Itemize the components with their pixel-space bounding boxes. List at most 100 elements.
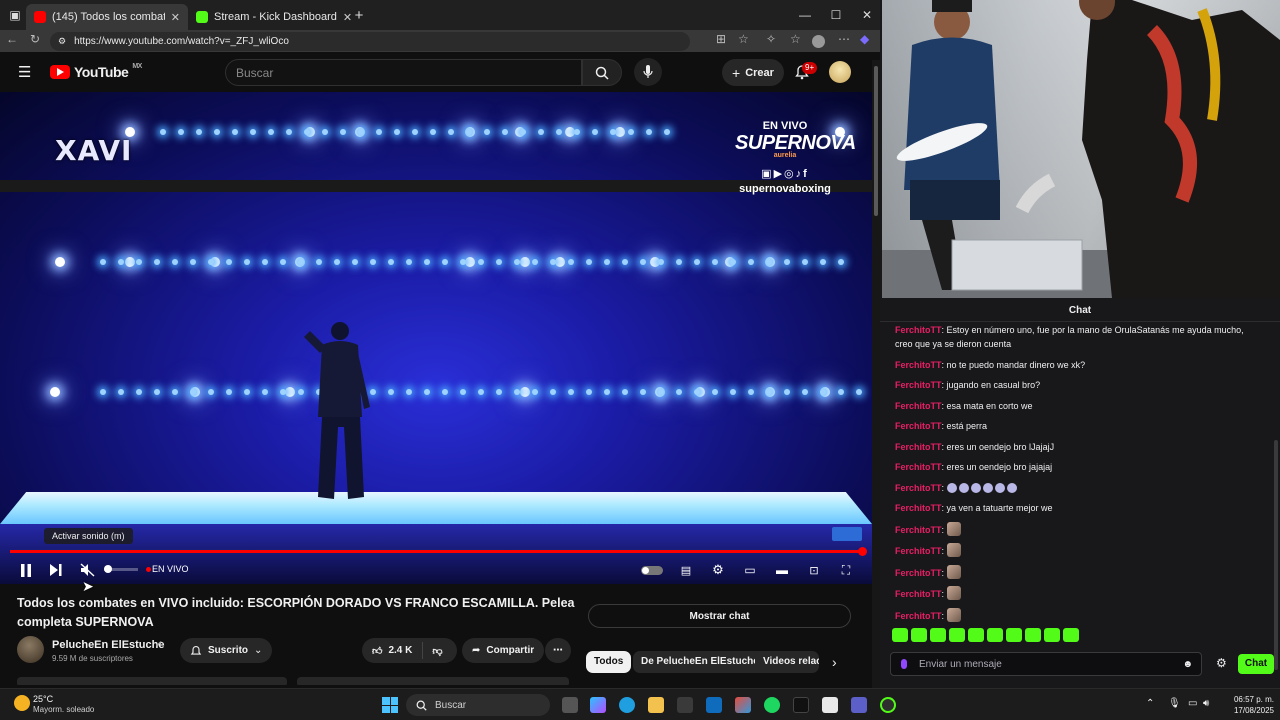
chat-username[interactable]: FerchitoTT: [895, 442, 942, 452]
page-scrollbar[interactable]: [872, 60, 880, 688]
chat-message-list[interactable]: FerchitoTT: Estoy en número uno, fue por…: [895, 320, 1255, 625]
filter-chip-channel[interactable]: De PelucheEn ElEstuche: [633, 651, 767, 673]
outlook-icon[interactable]: [706, 697, 722, 713]
close-tab-icon[interactable]: ✕: [171, 11, 180, 24]
filter-chip-related[interactable]: Videos relac: [755, 651, 819, 673]
channel-avatar[interactable]: [17, 636, 44, 663]
split-screen-icon[interactable]: ⊞: [716, 32, 726, 46]
chat-username[interactable]: FerchitoTT: [895, 380, 942, 390]
chevron-right-icon[interactable]: ›: [832, 654, 837, 670]
description-box[interactable]: [17, 677, 287, 685]
task-view-icon[interactable]: [562, 697, 578, 713]
search-input[interactable]: Buscar: [225, 59, 582, 86]
weather-description[interactable]: Mayorm. soleado: [33, 705, 94, 714]
emote-icon[interactable]: [930, 628, 946, 642]
more-menu-icon[interactable]: ⋯: [838, 32, 850, 46]
mute-button[interactable]: [78, 561, 96, 579]
tab-kick[interactable]: Stream - Kick Dashboard ✕: [188, 4, 352, 30]
new-tab-button[interactable]: +: [344, 0, 374, 30]
profile-icon[interactable]: [812, 35, 825, 48]
emote-icon[interactable]: [1044, 628, 1060, 642]
chat-username[interactable]: FerchitoTT: [895, 325, 942, 335]
chat-message-input[interactable]: Enviar un mensaje ☻: [890, 652, 1202, 676]
live-label[interactable]: EN VIVO: [152, 564, 189, 574]
emote-icon[interactable]: [1006, 628, 1022, 642]
taskbar-search[interactable]: Buscar: [406, 694, 550, 716]
favorite-star-icon[interactable]: ☆: [738, 32, 749, 46]
tab-youtube[interactable]: (145) Todos los combates en VIVO ✕: [26, 4, 188, 30]
taskbar-clock[interactable]: 06:57 p. m. 17/08/2025: [1222, 694, 1274, 716]
emote-icon[interactable]: [1063, 628, 1079, 642]
progress-bar[interactable]: [10, 550, 864, 553]
chat-username[interactable]: FerchitoTT: [895, 546, 942, 556]
store-icon[interactable]: [677, 697, 693, 713]
miniplayer-button[interactable]: ▭: [741, 561, 759, 579]
tray-expand-icon[interactable]: ⌃: [1146, 698, 1154, 709]
favorites-icon[interactable]: ☆: [790, 32, 801, 46]
chat-username[interactable]: FerchitoTT: [895, 483, 942, 493]
edge-icon[interactable]: [619, 697, 635, 713]
fullscreen-button[interactable]: ⛶: [837, 561, 855, 579]
tiktok-app-icon[interactable]: [793, 697, 809, 713]
cast-button[interactable]: ⊡: [805, 561, 823, 579]
share-button[interactable]: ➦ Compartir: [462, 638, 545, 663]
close-window-icon[interactable]: ✕: [852, 0, 882, 30]
chat-username[interactable]: FerchitoTT: [895, 589, 942, 599]
youtube-logo[interactable]: YouTube MX: [50, 63, 142, 80]
url-field[interactable]: ⚙ https://www.youtube.com/watch?v=_ZFJ_w…: [50, 32, 690, 51]
settings-button[interactable]: ⚙: [709, 561, 727, 579]
account-avatar[interactable]: [829, 61, 851, 83]
extensions-icon[interactable]: ✧: [766, 32, 776, 46]
maximize-icon[interactable]: ☐: [821, 0, 851, 30]
search-button[interactable]: [582, 59, 622, 86]
subscribed-button[interactable]: Suscrito ⌄: [180, 638, 273, 663]
subtitles-button[interactable]: ▤: [677, 561, 695, 579]
voice-search-button[interactable]: [634, 58, 662, 86]
obs-icon[interactable]: [880, 697, 896, 713]
spotify-icon[interactable]: [764, 697, 780, 713]
next-button[interactable]: [47, 561, 65, 579]
chat-username[interactable]: FerchitoTT: [895, 525, 942, 535]
emote-icon[interactable]: [968, 628, 984, 642]
menu-hamburger-icon[interactable]: ☰: [18, 63, 31, 81]
chat-username[interactable]: FerchitoTT: [895, 568, 942, 578]
emoji-picker-icon[interactable]: ☻: [1182, 659, 1193, 670]
site-info-icon[interactable]: ⚙: [58, 36, 66, 47]
chat-username[interactable]: FerchitoTT: [895, 462, 942, 472]
emote-icon[interactable]: [949, 628, 965, 642]
file-explorer-icon[interactable]: [648, 697, 664, 713]
refresh-icon[interactable]: ↻: [30, 32, 40, 46]
chat-username[interactable]: FerchitoTT: [895, 611, 942, 621]
chat-username[interactable]: FerchitoTT: [895, 360, 942, 370]
copilot-icon[interactable]: ◆: [860, 32, 869, 46]
description-box[interactable]: [297, 677, 569, 685]
copilot-app-icon[interactable]: [590, 697, 606, 713]
create-button[interactable]: + Crear: [722, 59, 784, 86]
description-preview[interactable]: [17, 673, 577, 685]
more-actions-button[interactable]: ⋯: [545, 638, 571, 663]
chat-username[interactable]: FerchitoTT: [895, 421, 942, 431]
back-icon[interactable]: ←: [6, 32, 18, 46]
filter-chip-all[interactable]: Todos: [586, 651, 632, 673]
emote-icon[interactable]: [987, 628, 1003, 642]
network-icon[interactable]: ▭: [1188, 698, 1197, 709]
notepad-icon[interactable]: [822, 697, 838, 713]
scrollbar-thumb[interactable]: [874, 66, 878, 216]
dislike-button[interactable]: 👎︎: [432, 645, 442, 657]
channel-name[interactable]: PelucheEn ElEstuche: [52, 639, 164, 651]
show-chat-button[interactable]: Mostrar chat: [588, 604, 851, 628]
chat-send-button[interactable]: Chat: [1238, 654, 1274, 674]
windows-start-icon[interactable]: [382, 697, 398, 713]
chat-settings-icon[interactable]: ⚙: [1216, 656, 1227, 670]
emote-icon[interactable]: [1025, 628, 1041, 642]
chat-username[interactable]: FerchitoTT: [895, 401, 942, 411]
sun-weather-icon[interactable]: [14, 695, 30, 711]
autoplay-toggle[interactable]: [640, 561, 664, 579]
progress-scrubber[interactable]: [858, 547, 867, 556]
volume-icon[interactable]: 🔊︎: [1203, 698, 1209, 709]
video-player[interactable]: XAVI EN VIVO SUPERNOVA aurelia ▣▶◎♪f sup…: [0, 92, 872, 584]
chat-scrollbar[interactable]: [1274, 440, 1278, 670]
volume-knob[interactable]: [104, 565, 112, 573]
chat-username[interactable]: FerchitoTT: [895, 503, 942, 513]
microphone-icon[interactable]: 🎙︎: [1168, 698, 1181, 709]
